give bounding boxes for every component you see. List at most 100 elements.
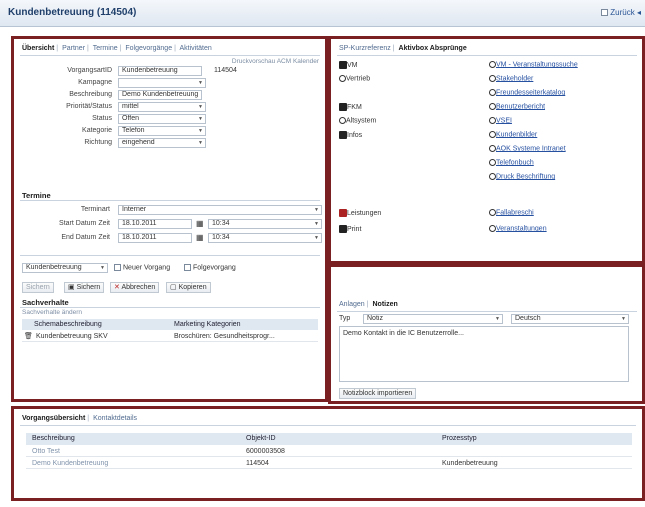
field-select[interactable]: eingehend [118, 138, 206, 148]
termin-type-select[interactable]: Interner [118, 205, 322, 215]
field-label: Kategorie [82, 127, 112, 134]
copy-button[interactable]: ▢ Kopieren [166, 282, 211, 293]
aktivbox-link-item[interactable]: VSEI [489, 117, 512, 124]
field-select[interactable] [118, 78, 206, 88]
new-case-checkbox[interactable] [114, 264, 121, 271]
new-case-option[interactable]: Neuer Vorgang [114, 264, 170, 271]
aktivbox-link-item[interactable]: Veranstaltungen [489, 225, 547, 232]
right-bottom-panel: Anlagen| Notizen Typ Notiz Deutsch Demo … [328, 264, 645, 404]
category-icon [339, 61, 347, 69]
aktivbox-link-item[interactable]: Fallabreschi [489, 209, 534, 216]
row-desc[interactable]: Otto Test [32, 448, 60, 455]
refresh-button[interactable]: Sichern [22, 282, 54, 293]
window-titlebar: Kundenbetreuung (114504) Zurück ◂ [0, 0, 645, 27]
field-select[interactable]: mittel [118, 102, 206, 112]
aktivbox-link[interactable]: Veranstaltungen [496, 225, 547, 232]
cancel-button[interactable]: ✕ Abbrechen [110, 282, 160, 293]
aktivbox-link[interactable]: Fallabreschi [496, 209, 534, 216]
category-icon [339, 103, 347, 111]
table-row[interactable]: Otto Test 6000003508 [26, 446, 632, 457]
aktivbox-link[interactable]: Freundesseiterkatalog [496, 89, 565, 96]
followup-select[interactable]: Kundenbetreuung [22, 263, 108, 273]
tab-aktivbox[interactable]: Aktivbox Absprünge [399, 45, 467, 52]
note-language-select[interactable]: Deutsch [511, 314, 629, 324]
sachverhalte-heading: Sachverhalte [22, 298, 69, 307]
tab-termine[interactable]: Termine [93, 45, 118, 52]
col-prozesstyp[interactable]: Prozesstyp [442, 435, 477, 442]
calendar-icon[interactable]: ▦ [196, 233, 204, 242]
sachverhalte-edit-link[interactable]: Sachverhalte ändern [22, 309, 82, 316]
tab-kontaktdetails[interactable]: Kontaktdetails [93, 415, 137, 422]
left-tabs: Übersicht | Partner | Termine | Folgevorgän… [22, 45, 212, 52]
cancel-label: Abbrechen [121, 284, 156, 291]
field-input[interactable]: Demo Kundenbetreuung [118, 90, 202, 100]
aktivbox-link-item[interactable]: Telefonbuch [489, 159, 534, 166]
aktivbox-link[interactable]: AOK Systeme Intranet [496, 145, 566, 152]
note-type-select[interactable]: Notiz [363, 314, 503, 324]
tab-folgevorgaenge[interactable]: Folgevorgänge [125, 45, 172, 52]
calendar-icon[interactable]: ▦ [196, 219, 204, 228]
aktivbox-link-item[interactable]: Stakeholder [489, 75, 533, 82]
type-label: Typ [339, 315, 351, 322]
globe-icon [489, 117, 496, 124]
left-panel: Übersicht | Partner | Termine | Folgevorgän… [11, 36, 328, 402]
aktivbox-link[interactable]: VM - Veranstaltungssuche [496, 61, 578, 68]
field-input[interactable]: Kundenbetreuung [118, 66, 202, 76]
date-input[interactable]: 18.10.2011 [118, 233, 192, 243]
aktivbox-link-item[interactable]: VM - Veranstaltungssuche [489, 61, 578, 68]
aktivbox-link[interactable]: Telefonbuch [496, 159, 534, 166]
field-select[interactable]: Telefon [118, 126, 206, 136]
aktivbox-link[interactable]: VSEI [496, 117, 512, 124]
aktivbox-link[interactable]: Druck Beschriftung [496, 173, 555, 180]
back-label: Zurück [610, 8, 635, 17]
row-schema: Kundenbetreuung SKV [36, 333, 108, 340]
note-textarea[interactable]: Demo Kontakt in die IC Benutzerrolle... [339, 326, 629, 382]
table-row[interactable]: Demo Kundenbetreuung 114504 Kundenbetreu… [26, 458, 632, 469]
globe-icon [489, 103, 496, 110]
tab-anlagen[interactable]: Anlagen [339, 301, 365, 308]
copy-label: Kopieren [178, 284, 207, 291]
bottom-panel: Vorgangsübersicht | Kontaktdetails Beschr… [11, 406, 645, 501]
tab-partner[interactable]: Partner [62, 45, 85, 52]
aktivbox-category: VM [339, 61, 358, 69]
globe-icon [489, 75, 496, 82]
row-desc[interactable]: Demo Kundenbetreuung [32, 460, 108, 467]
col-category[interactable]: Marketing Kategorien [174, 321, 241, 328]
aktivbox-link[interactable]: Stakeholder [496, 75, 533, 82]
aktivbox-link-item[interactable]: Kundenbilder [489, 131, 537, 138]
tab-notizen[interactable]: Notizen [372, 301, 397, 308]
time-select[interactable]: 10:34 [208, 219, 322, 229]
import-note-button[interactable]: Notizblock importieren [339, 388, 417, 399]
col-schema[interactable]: Schemabeschreibung [34, 321, 102, 328]
aktivbox-link-item[interactable]: Druck Beschriftung [489, 173, 555, 180]
tab-sp-kurzreferenz[interactable]: SP-Kurzreferenz [339, 45, 391, 52]
field-select[interactable]: Offen [118, 114, 206, 124]
tab-aktivitaeten[interactable]: Aktivitäten [179, 45, 211, 52]
aktivbox-link[interactable]: Kundenbilder [496, 131, 537, 138]
toolbar-links[interactable]: Druckvorschau ACM Kalender [232, 58, 319, 65]
tab-uebersicht[interactable]: Übersicht [22, 45, 54, 52]
globe-icon [489, 209, 496, 216]
date-input[interactable]: 18.10.2011 [118, 219, 192, 229]
back-button[interactable]: Zurück ◂ [601, 8, 641, 17]
category-icon [339, 225, 347, 233]
follow-case-label: Folgevorgang [193, 264, 236, 272]
category-icon [339, 75, 346, 82]
aktivbox-link-item[interactable]: AOK Systeme Intranet [489, 145, 566, 152]
aktivbox-category-label: Infos [347, 131, 363, 139]
tab-vorgangsuebersicht[interactable]: Vorgangsübersicht [22, 415, 85, 422]
row-id: 6000003508 [246, 448, 285, 455]
follow-case-checkbox[interactable] [184, 264, 191, 271]
aktivbox-link-item[interactable]: Benutzerbericht [489, 103, 545, 110]
table-row[interactable]: 🗑 Kundenbetreuung SKV Broschüren: Gesund… [22, 331, 318, 342]
aktivbox-link[interactable]: Benutzerbericht [496, 103, 545, 110]
trash-icon[interactable]: 🗑 [24, 332, 33, 340]
time-select[interactable]: 10:34 [208, 233, 322, 243]
globe-icon [489, 145, 496, 152]
aktivbox-link-item[interactable]: Freundesseiterkatalog [489, 89, 565, 96]
sachverhalte-header: Schemabeschreibung Marketing Kategorien [22, 319, 318, 330]
save-button[interactable]: ▣ Sichern [64, 282, 105, 293]
col-beschreibung[interactable]: Beschreibung [32, 435, 75, 442]
follow-case-option[interactable]: Folgevorgang [184, 264, 236, 271]
col-objekt-id[interactable]: Objekt-ID [246, 435, 276, 442]
